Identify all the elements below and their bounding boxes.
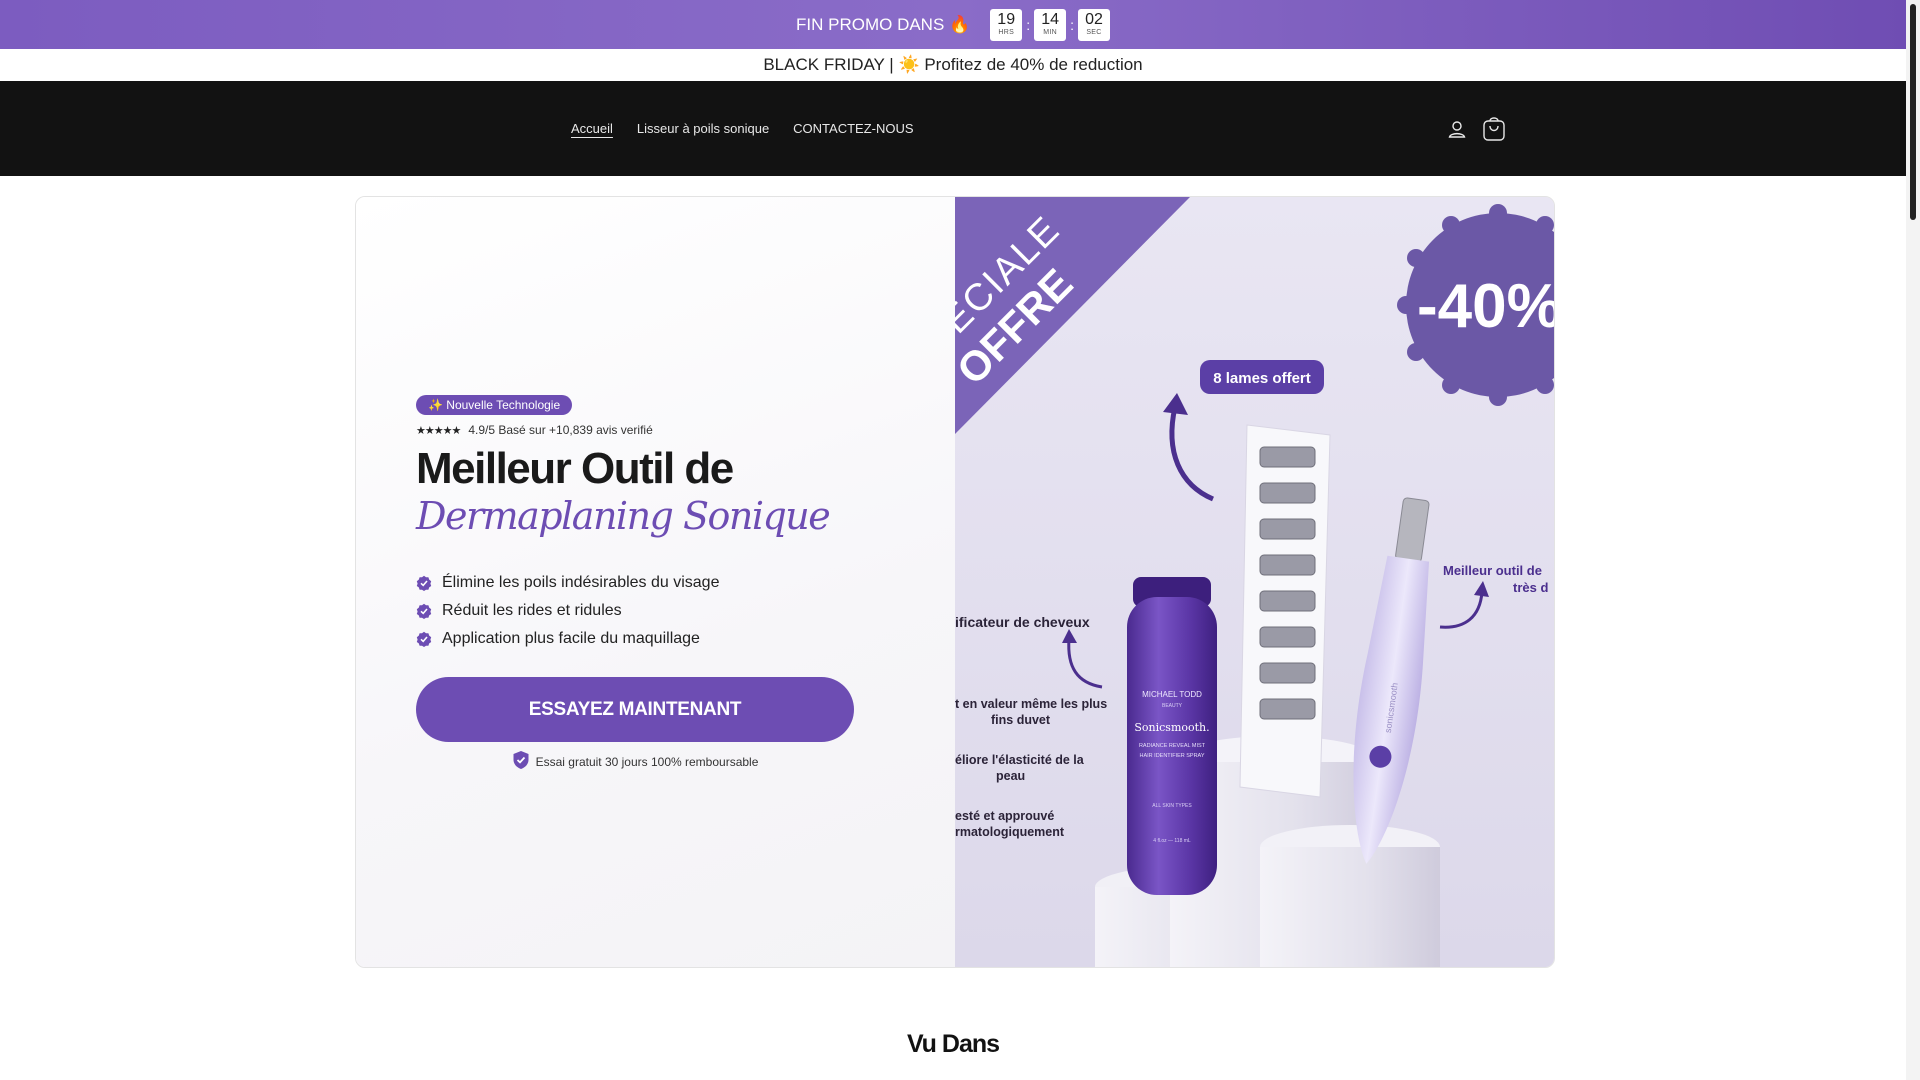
spray-benefit-1a: t en valeur même les plus [955,697,1107,711]
discount-text: -40% [1417,272,1554,341]
promo-countdown-bar: FIN PROMO DANS 🔥 19 HRS : 14 MIN : 02 SE… [0,0,1906,49]
spray-benefit-1b: fins duvet [991,713,1051,727]
hero-headline-accent: Dermaplaning Sonique [416,494,831,538]
bottle-brand-text: MICHAEL TODD [1142,690,1202,699]
timer-seconds-label: SEC [1086,29,1102,36]
hero-headline: Meilleur Outil de [416,444,734,493]
timer-hours: 19 HRS [990,8,1023,41]
bottle-skin-text: ALL SKIN TYPES [1152,803,1192,809]
hero-product-image: SPECIALE OFFRE -40% 8 lames offert MICHA… [955,197,1554,967]
hero-content: ✨ Nouvelle Technologie ★★★★★ 4.9/5 Basé … [416,395,876,773]
benefits-list: Élimine les poils indésirables du visage… [416,569,876,653]
hero-text-panel: ✨ Nouvelle Technologie ★★★★★ 4.9/5 Basé … [356,197,955,967]
new-technology-badge: ✨ Nouvelle Technologie [416,395,573,415]
check-badge-icon [416,631,432,647]
guarantee-text: Essai gratuit 30 jours 100% remboursable [535,754,759,769]
nav-item-accueil[interactable]: Accueil [571,121,613,136]
page-scrollbar[interactable] [1906,0,1920,1080]
spray-bottle: MICHAEL TODD BEAUTY Sonicsmooth. RADIANC… [1127,577,1217,895]
benefit-text: Élimine les poils indésirables du visage [442,574,720,591]
timer-separator: : [1070,16,1074,33]
timer-minutes: 14 MIN [1034,8,1067,41]
spray-benefit-2b: peau [996,769,1025,783]
timer-seconds-value: 02 [1085,11,1103,28]
announcement-text: BLACK FRIDAY | ☀️ Profitez de 40% de red… [763,55,1143,74]
spray-benefit-3b: rmatologiquement [955,825,1065,839]
blade-refill-card [1239,424,1331,798]
announcement-bar: BLACK FRIDAY | ☀️ Profitez de 40% de red… [0,49,1906,81]
bottle-volume-text: 4 fl.oz — 118 mL [1153,838,1191,844]
bottle-brand-sub-text: BEAUTY [1162,703,1183,709]
timer-hours-value: 19 [997,11,1016,28]
benefit-item: Application plus facile du maquillage [416,625,876,653]
bottle-name-text: Sonicsmooth. [1134,721,1209,734]
spray-benefit-3a: esté et approuvé [955,809,1054,823]
timer-minutes-label: MIN [1043,29,1057,36]
nav-item-lisseur[interactable]: Lisseur à poils sonique [637,121,769,136]
cart-icon[interactable] [1480,115,1508,143]
blades-label: 8 lames offert [1213,370,1311,387]
check-badge-icon [416,603,432,619]
rating-text: 4.9/5 Basé sur +10,839 avis verifié [468,423,653,437]
main-nav: Accueil Lisseur à poils sonique CONTACTE… [571,81,914,176]
check-badge-icon [416,575,432,591]
tool-label-line2: très d [1513,580,1548,595]
timer-minutes-value: 14 [1041,11,1059,28]
shield-check-icon [512,750,530,773]
site-header: Accueil Lisseur à poils sonique CONTACTE… [0,81,1906,176]
bottle-desc2-text: HAIR IDENTIFIER SPRAY [1140,753,1205,759]
scrollbar-thumb[interactable] [1910,4,1916,220]
benefit-item: Réduit les rides et ridules [416,597,876,625]
product-illustration: SPECIALE OFFRE -40% 8 lames offert MICHA… [955,197,1554,967]
timer-hours-label: HRS [998,29,1015,36]
try-now-button[interactable]: ESSAYEZ MAINTENANT [416,677,854,742]
header-icons [1446,115,1508,143]
seen-in-title: Vu Dans [906,1030,1000,1058]
star-rating-icon: ★★★★★ [416,424,461,437]
tool-label-line1: Meilleur outil de [1443,563,1542,578]
promo-text: FIN PROMO DANS 🔥 [796,14,971,34]
nav-item-contact[interactable]: CONTACTEZ-NOUS [793,121,913,136]
guarantee-row: Essai gratuit 30 jours 100% remboursable [416,750,854,773]
benefit-text: Réduit les rides et ridules [442,602,622,619]
spray-label-title: ificateur de cheveux [955,614,1090,630]
timer-separator: : [1026,16,1031,33]
benefit-item: Élimine les poils indésirables du visage [416,569,876,597]
hero-section: ✨ Nouvelle Technologie ★★★★★ 4.9/5 Basé … [355,196,1555,968]
bottle-desc1-text: RADIANCE REVEAL MIST [1139,743,1206,749]
timer-seconds: 02 SEC [1077,8,1110,41]
rating-row: ★★★★★ 4.9/5 Basé sur +10,839 avis verifi… [416,423,876,437]
spray-benefit-2a: éliore l'élasticité de la [955,753,1085,767]
benefit-text: Application plus facile du maquillage [442,630,700,647]
account-icon[interactable] [1446,118,1468,140]
